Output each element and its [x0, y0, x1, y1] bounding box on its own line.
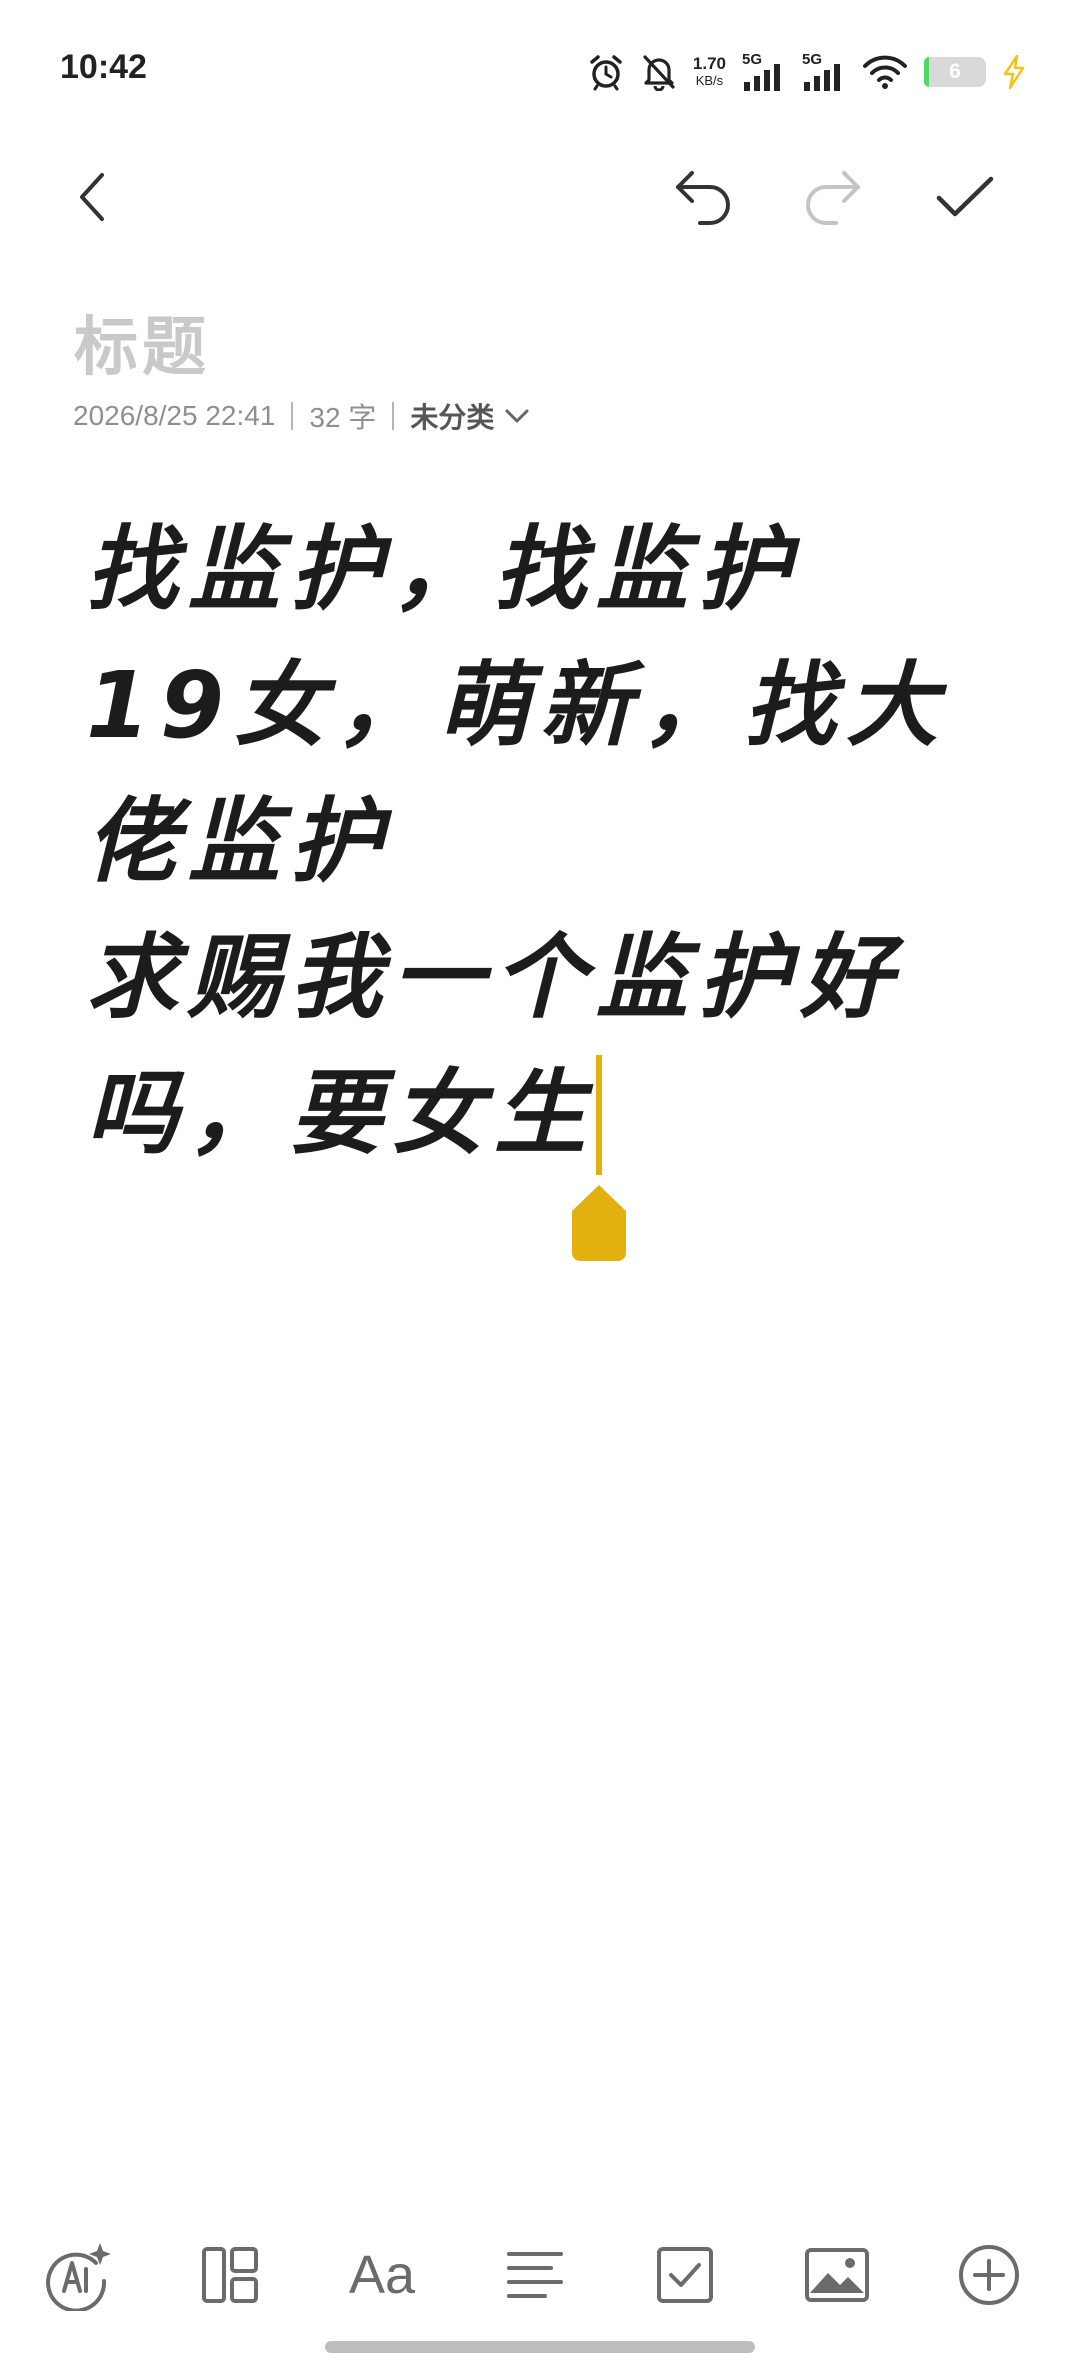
back-button[interactable] — [52, 157, 132, 237]
status-icons: 1.70 KB/s 5G 5G 6 — [587, 50, 1026, 94]
image-icon — [805, 2248, 869, 2302]
meta-divider — [392, 402, 395, 430]
home-indicator[interactable] — [325, 2341, 755, 2353]
status-bar: 10:42 1.70 KB/s 5G 5G 6 — [0, 0, 1080, 140]
redo-icon — [806, 171, 860, 225]
checklist-button[interactable] — [640, 2220, 730, 2330]
note-body-editor[interactable]: 找监护，找监护 19女，萌新，找大 佬监护 求赐我一个监护好 吗，要女生 — [86, 502, 986, 1261]
add-icon — [959, 2245, 1019, 2305]
ai-button[interactable] — [31, 2220, 121, 2330]
note-line: 求赐我一个监护好 — [86, 924, 903, 1031]
image-button[interactable] — [792, 2220, 882, 2330]
word-count: 32 字 — [309, 402, 377, 433]
note-line: 19女，萌新，找大 — [86, 652, 949, 759]
note-line: 找监护，找监护 — [86, 516, 801, 623]
network-speed-unit: KB/s — [695, 73, 724, 88]
signal-icon: 5G — [742, 52, 786, 92]
done-button[interactable] — [925, 157, 1005, 237]
wifi-icon — [862, 54, 908, 90]
bell-off-icon — [641, 53, 677, 91]
alarm-icon — [587, 53, 625, 91]
note-meta: 2026/8/25 22:41 32 字 未分类 — [73, 396, 530, 436]
layout-button[interactable] — [185, 2220, 275, 2330]
meta-divider — [291, 402, 294, 430]
network-speed: 1.70 KB/s — [693, 55, 726, 89]
text-cursor — [572, 1055, 627, 1261]
back-icon — [80, 173, 104, 221]
battery-icon: 6 — [924, 57, 986, 87]
chevron-down-icon — [505, 409, 529, 423]
note-date: 2026/8/25 22:41 — [73, 400, 276, 431]
undo-icon — [676, 171, 730, 225]
add-button[interactable] — [944, 2220, 1034, 2330]
network-speed-value: 1.70 — [692, 54, 726, 73]
ai-icon — [46, 2243, 111, 2311]
category-label: 未分类 — [410, 402, 495, 433]
signal-icon-2: 5G — [802, 52, 846, 92]
text-format-label: Aa — [348, 2245, 416, 2305]
category-dropdown[interactable]: 未分类 — [410, 396, 530, 436]
note-line-last: 吗，要女生 — [86, 1046, 986, 1261]
note-line: 佬监护 — [86, 788, 393, 895]
align-icon — [507, 2252, 563, 2298]
undo-button[interactable] — [664, 157, 744, 237]
text-format-button[interactable]: Aa — [337, 2220, 427, 2330]
bottom-toolbar: Aa — [0, 2220, 1080, 2330]
note-line: 吗，要女生 — [86, 1060, 597, 1167]
checkbox-icon — [657, 2247, 713, 2303]
align-button[interactable] — [490, 2220, 580, 2330]
status-time: 10:42 — [60, 48, 147, 86]
battery-level: 6 — [949, 60, 961, 83]
redo-button[interactable] — [792, 157, 872, 237]
title-input[interactable]: 标题 — [74, 296, 210, 388]
cursor-handle[interactable] — [568, 1183, 630, 1263]
charging-icon — [1002, 55, 1026, 89]
caret — [596, 1055, 603, 1175]
checkmark-icon — [936, 176, 994, 217]
layout-icon — [202, 2247, 258, 2303]
